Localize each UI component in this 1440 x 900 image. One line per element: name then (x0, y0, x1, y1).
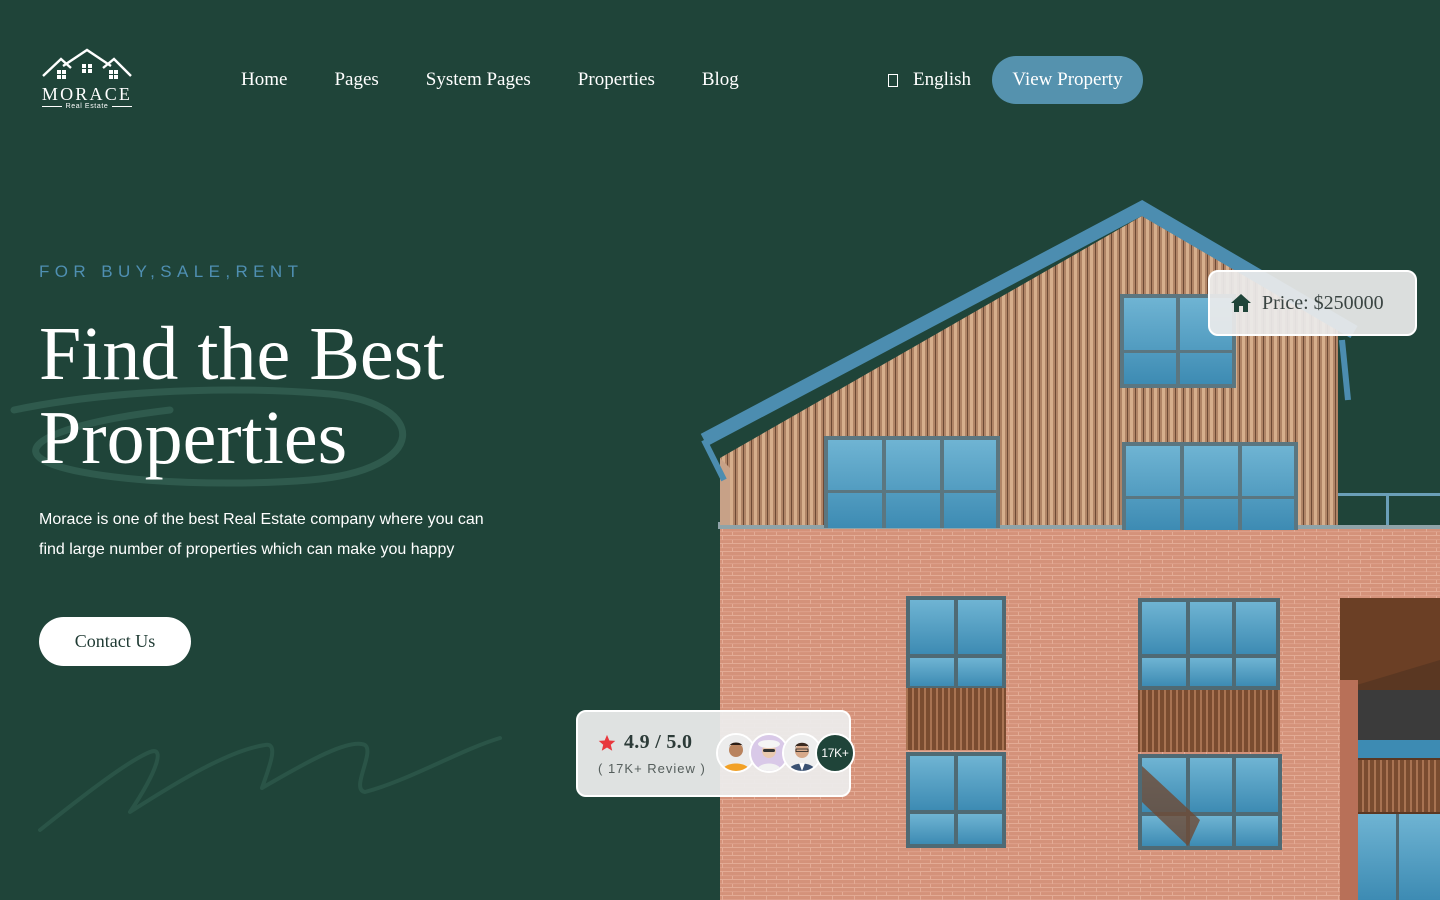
brand-logo[interactable]: MORACE Real Estate (38, 48, 136, 114)
nav-item-properties[interactable]: Properties (578, 66, 655, 94)
squiggle-decoration (38, 736, 502, 832)
divider (112, 106, 133, 107)
globe-icon (888, 73, 898, 87)
language-selector[interactable]: English (888, 66, 971, 94)
price-text: Price: $250000 (1262, 291, 1384, 314)
nav-item-system-pages[interactable]: System Pages (426, 66, 531, 94)
rating-card: 4.9 / 5.0 ( 17K+ Review ) 17K+ (576, 710, 855, 797)
nav-item-pages[interactable]: Pages (334, 66, 378, 94)
contact-us-button[interactable]: Contact Us (39, 617, 191, 666)
reviewer-avatars: 17K+ (716, 733, 855, 773)
rating-row: 4.9 / 5.0 (598, 731, 692, 754)
hero-title-line-2: Properties (39, 396, 348, 480)
divider (41, 106, 62, 107)
home-icon (1231, 294, 1251, 312)
nav-item-home[interactable]: Home (241, 66, 287, 94)
brand-tagline-text: Real Estate (65, 103, 109, 110)
brand-tagline: Real Estate (41, 103, 133, 110)
hero-description: Morace is one of the best Real Estate co… (39, 511, 484, 558)
hero-title: Find the Best Properties (39, 312, 444, 480)
hero-title-line-1: Find the Best (39, 312, 445, 396)
language-label: English (913, 69, 972, 90)
price-card: Price: $250000 (1208, 270, 1417, 336)
main-nav: Home Pages System Pages Properties Blog (241, 66, 786, 94)
reviewer-count-badge: 17K+ (815, 733, 855, 773)
review-count: ( 17K+ Review ) (598, 761, 706, 776)
rating-value: 4.9 / 5.0 (624, 731, 693, 753)
star-icon (598, 734, 616, 751)
nav-item-blog[interactable]: Blog (702, 66, 739, 94)
hero-eyebrow: FOR BUY,SALE,RENT (39, 262, 304, 281)
brand-name: MORACE (41, 84, 133, 104)
view-property-button[interactable]: View Property (992, 56, 1143, 104)
houses-logo-icon (42, 48, 132, 79)
